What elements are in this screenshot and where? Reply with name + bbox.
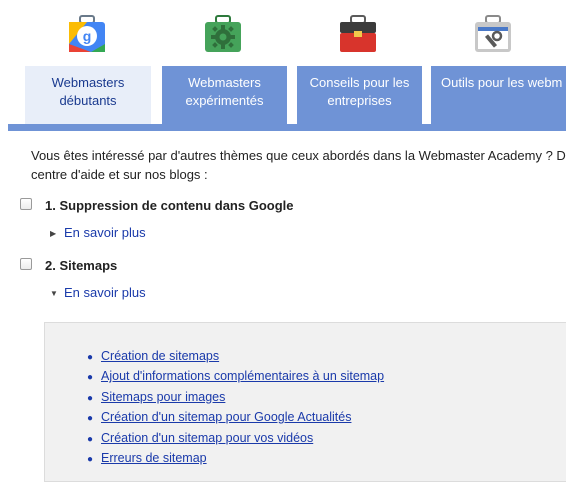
intro-text: Vous êtes intéressé par d'autres thèmes … — [31, 146, 566, 184]
bullet-icon: ● — [87, 392, 94, 404]
more-label: En savoir plus — [64, 225, 146, 240]
tab-conseils-entreprises[interactable]: Conseils pour les entreprises — [297, 66, 422, 124]
bullet-icon: ● — [87, 433, 94, 445]
list-item: ● Erreurs de sitemap — [87, 449, 384, 469]
link[interactable]: Erreurs de sitemap — [101, 451, 207, 465]
academy-tabs: Webmasters débutants Webmasters expérime… — [0, 66, 566, 124]
red-toolbox-icon — [340, 15, 376, 52]
tab-label-line1: Webmasters — [188, 75, 261, 90]
bullet-icon: ● — [87, 413, 94, 425]
tab-label-line1: Webmasters — [51, 75, 125, 90]
link[interactable]: Ajout d'informations complémentaires à u… — [101, 369, 384, 383]
link-list: ● Création de sitemaps ● Ajout d'informati… — [87, 347, 384, 469]
caret-right-icon: ▶ — [50, 229, 57, 238]
tab-icons-row: g — [0, 0, 566, 66]
item-checkbox[interactable] — [20, 198, 32, 210]
svg-text:g: g — [83, 28, 92, 44]
sitemaps-links-panel: ● Création de sitemaps ● Ajout d'informati… — [44, 322, 566, 482]
gear-briefcase-icon — [205, 15, 241, 52]
link[interactable]: Création d'un sitemap pour Google Actual… — [101, 410, 351, 424]
intro-line2: centre d'aide et sur nos blogs : — [31, 167, 208, 182]
tab-bar-stripe — [8, 124, 566, 131]
bullet-icon: ● — [87, 372, 94, 384]
item-checkbox[interactable] — [20, 258, 32, 270]
list-item: ● Sitemaps pour images — [87, 388, 384, 408]
list-item: ● Création d'un sitemap pour Google Actua… — [87, 408, 384, 428]
more-toggle[interactable]: ▶ En savoir plus — [50, 225, 146, 240]
list-item: ● Création d'un sitemap pour vos vidéos — [87, 429, 384, 449]
link[interactable]: Création de sitemaps — [101, 349, 219, 363]
bullet-icon: ● — [87, 454, 94, 466]
tab-label-line2: entreprises — [327, 93, 392, 108]
tab-label-line2: expérimentés — [185, 93, 264, 108]
item-title: 2. Sitemaps — [45, 258, 118, 273]
browser-wrench-icon — [475, 15, 511, 52]
tab-label-line2: débutants — [59, 93, 117, 108]
more-toggle[interactable]: ▼ En savoir plus — [50, 285, 146, 300]
more-label: En savoir plus — [64, 285, 146, 300]
list-item: ● Création de sitemaps — [87, 347, 384, 367]
item-title: 1. Suppression de contenu dans Google — [45, 198, 294, 213]
list-item: ● Ajout d'informations complémentaires à … — [87, 367, 384, 387]
tab-label-line1: Conseils pour les — [309, 75, 410, 90]
link[interactable]: Création d'un sitemap pour vos vidéos — [101, 431, 313, 445]
tab-webmasters-debutants[interactable]: Webmasters débutants — [25, 66, 151, 124]
google-badge-icon: g — [69, 15, 105, 52]
bullet-icon: ● — [87, 352, 94, 363]
link[interactable]: Sitemaps pour images — [101, 390, 225, 404]
intro-line1: Vous êtes intéressé par d'autres thèmes … — [31, 148, 566, 163]
tab-webmasters-experimentes[interactable]: Webmasters expérimentés — [162, 66, 287, 124]
caret-down-icon: ▼ — [50, 289, 58, 298]
tab-label-line1: Outils pour les webm — [441, 75, 563, 90]
tab-outils-webmasters[interactable]: Outils pour les webm — [431, 66, 566, 124]
